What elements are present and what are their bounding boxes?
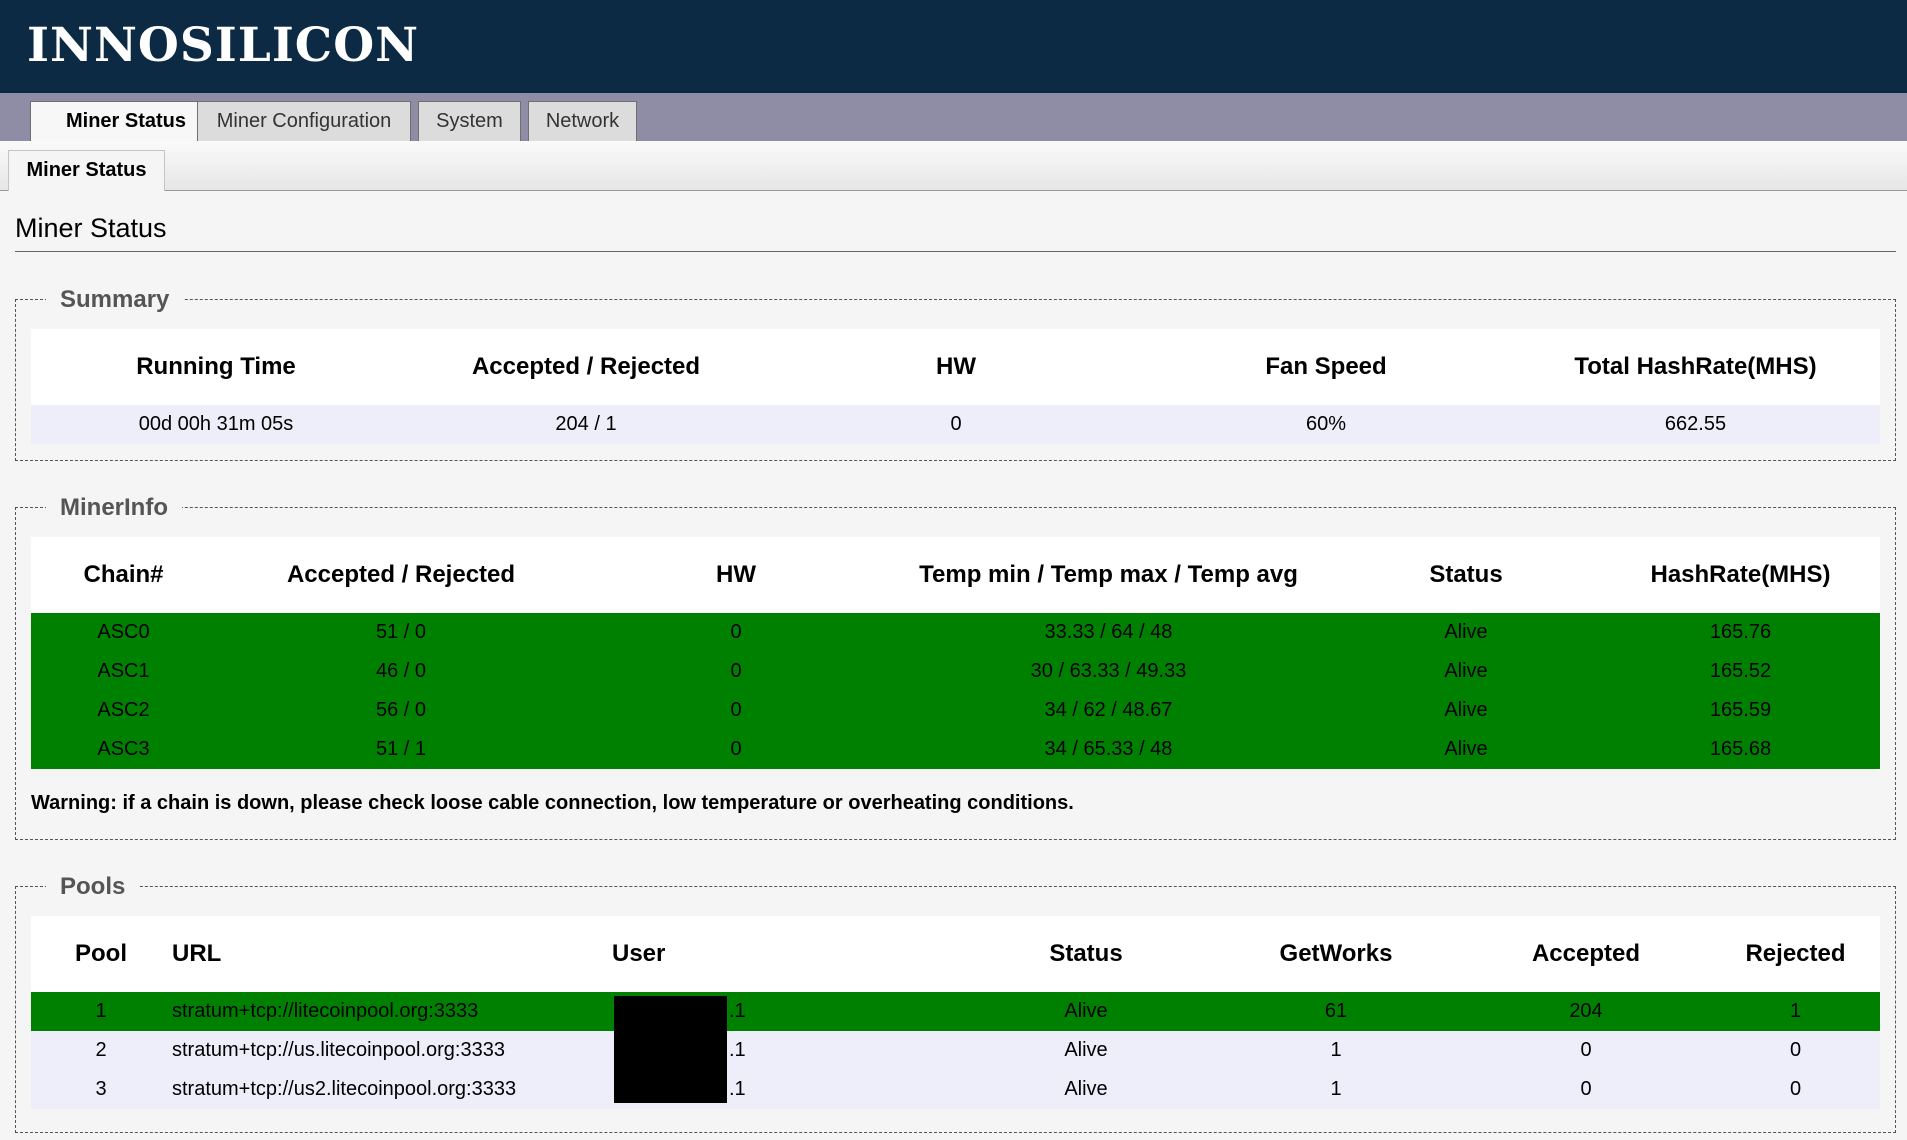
page-title: Miner Status bbox=[15, 213, 167, 243]
chain-status: Alive bbox=[1331, 652, 1601, 691]
chain-id: ASC0 bbox=[31, 613, 216, 652]
tab-system[interactable]: System bbox=[418, 101, 521, 141]
chain-hw: 0 bbox=[586, 613, 886, 652]
chain-row: ASC3 51 / 1 0 34 / 65.33 / 48 Alive 165.… bbox=[31, 730, 1880, 769]
tab-network[interactable]: Network bbox=[528, 101, 637, 141]
pool-getworks: 1 bbox=[1211, 1070, 1461, 1109]
pool-accepted: 0 bbox=[1461, 1031, 1711, 1070]
chain-hashrate: 165.59 bbox=[1601, 691, 1880, 730]
innosilicon-logo: INNOSILICON bbox=[27, 18, 420, 73]
col-total-hashrate: Total HashRate(MHS) bbox=[1574, 353, 1817, 380]
main-tab-bar: Miner Status Miner Configuration System … bbox=[0, 93, 1907, 141]
total-hashrate-value: 662.55 bbox=[1511, 405, 1880, 444]
pool-url: stratum+tcp://us.litecoinpool.org:3333 bbox=[171, 1031, 611, 1070]
col-hw: HW bbox=[716, 561, 756, 588]
pool-accepted: 204 bbox=[1461, 992, 1711, 1031]
col-temps: Temp min / Temp max / Temp avg bbox=[919, 561, 1298, 588]
chain-hw: 0 bbox=[586, 652, 886, 691]
summary-header-row: Running Time Accepted / Rejected HW Fan … bbox=[31, 329, 1880, 405]
chain-accepted-rejected: 46 / 0 bbox=[216, 652, 586, 691]
pools-table: Pool URL User Status GetWorks Accepted R… bbox=[31, 916, 1880, 1109]
col-user: User bbox=[612, 940, 666, 967]
minerinfo-legend: MinerInfo bbox=[46, 489, 182, 527]
chain-id: ASC2 bbox=[31, 691, 216, 730]
pool-number: 1 bbox=[31, 992, 171, 1031]
chain-row: ASC2 56 / 0 0 34 / 62 / 48.67 Alive 165.… bbox=[31, 691, 1880, 730]
chain-status: Alive bbox=[1331, 730, 1601, 769]
chain-row: ASC0 51 / 0 0 33.33 / 64 / 48 Alive 165.… bbox=[31, 613, 1880, 652]
tab-miner-configuration[interactable]: Miner Configuration bbox=[197, 101, 411, 141]
col-hashrate: HashRate(MHS) bbox=[1650, 561, 1831, 588]
chain-warning: Warning: if a chain is down, please chec… bbox=[31, 792, 1074, 814]
pool-row: 2 stratum+tcp://us.litecoinpool.org:3333… bbox=[31, 1031, 1880, 1070]
pools-header-row: Pool URL User Status GetWorks Accepted R… bbox=[31, 916, 1880, 992]
pool-getworks: 61 bbox=[1211, 992, 1461, 1031]
subtab-miner-status[interactable]: Miner Status bbox=[8, 150, 165, 191]
summary-section: Summary Running Time Accepted / Rejected… bbox=[15, 281, 1896, 461]
chain-accepted-rejected: 56 / 0 bbox=[216, 691, 586, 730]
fan-speed-value: 60% bbox=[1141, 405, 1511, 444]
col-accepted-rejected: Accepted / Rejected bbox=[286, 561, 516, 588]
tab-miner-status[interactable]: Miner Status bbox=[30, 101, 222, 141]
col-getworks: GetWorks bbox=[1279, 940, 1393, 967]
col-running-time: Running Time bbox=[136, 353, 296, 380]
pools-legend: Pools bbox=[46, 868, 140, 906]
pool-number: 2 bbox=[31, 1031, 171, 1070]
pool-url: stratum+tcp://litecoinpool.org:3333 bbox=[171, 992, 611, 1031]
chain-id: ASC3 bbox=[31, 730, 216, 769]
col-accepted: Accepted bbox=[1531, 940, 1641, 967]
chain-hw: 0 bbox=[586, 691, 886, 730]
chain-row: ASC1 46 / 0 0 30 / 63.33 / 49.33 Alive 1… bbox=[31, 652, 1880, 691]
sub-tab-bar: Miner Status bbox=[0, 141, 1907, 191]
minerinfo-section: MinerInfo Chain# Accepted / Rejected HW … bbox=[15, 489, 1896, 840]
pool-accepted: 0 bbox=[1461, 1070, 1711, 1109]
chain-accepted-rejected: 51 / 1 bbox=[216, 730, 586, 769]
redaction-box bbox=[614, 996, 727, 1103]
summary-row: 00d 00h 31m 05s 204 / 1 0 60% 662.55 bbox=[31, 405, 1880, 444]
summary-legend: Summary bbox=[46, 281, 184, 319]
pool-row: 3 stratum+tcp://us2.litecoinpool.org:333… bbox=[31, 1070, 1880, 1109]
minerinfo-header-row: Chain# Accepted / Rejected HW Temp min /… bbox=[31, 537, 1880, 613]
pool-getworks: 1 bbox=[1211, 1031, 1461, 1070]
pool-rejected: 0 bbox=[1711, 1070, 1880, 1109]
hw-value: 0 bbox=[771, 405, 1141, 444]
col-rejected: Rejected bbox=[1745, 940, 1846, 967]
chain-temps: 34 / 65.33 / 48 bbox=[886, 730, 1331, 769]
chain-temps: 33.33 / 64 / 48 bbox=[886, 613, 1331, 652]
chain-status: Alive bbox=[1331, 613, 1601, 652]
pool-url: stratum+tcp://us2.litecoinpool.org:3333 bbox=[171, 1070, 611, 1109]
summary-table: Running Time Accepted / Rejected HW Fan … bbox=[31, 329, 1880, 444]
col-accepted-rejected: Accepted / Rejected bbox=[471, 353, 701, 380]
chain-hashrate: 165.68 bbox=[1601, 730, 1880, 769]
col-url: URL bbox=[172, 940, 222, 967]
accepted-rejected-value: 204 / 1 bbox=[401, 405, 771, 444]
pool-rejected: 1 bbox=[1711, 992, 1880, 1031]
col-status: Status bbox=[1049, 940, 1123, 967]
chain-temps: 30 / 63.33 / 49.33 bbox=[886, 652, 1331, 691]
chain-accepted-rejected: 51 / 0 bbox=[216, 613, 586, 652]
pool-status: Alive bbox=[961, 1070, 1211, 1109]
pool-status: Alive bbox=[961, 992, 1211, 1031]
col-hw: HW bbox=[936, 353, 976, 380]
chain-temps: 34 / 62 / 48.67 bbox=[886, 691, 1331, 730]
col-fan-speed: Fan Speed bbox=[1265, 353, 1387, 380]
minerinfo-table: Chain# Accepted / Rejected HW Temp min /… bbox=[31, 537, 1880, 769]
app-header: INNOSILICON bbox=[0, 0, 1907, 93]
chain-hashrate: 165.76 bbox=[1601, 613, 1880, 652]
col-status: Status bbox=[1429, 561, 1503, 588]
title-divider bbox=[15, 251, 1896, 252]
pools-section: Pools Pool URL User Status GetWorks Acce… bbox=[15, 868, 1896, 1133]
chain-hw: 0 bbox=[586, 730, 886, 769]
pool-number: 3 bbox=[31, 1070, 171, 1109]
col-pool: Pool bbox=[75, 940, 127, 967]
pool-rejected: 0 bbox=[1711, 1031, 1880, 1070]
col-chain: Chain# bbox=[83, 561, 164, 588]
pool-status: Alive bbox=[961, 1031, 1211, 1070]
running-time-value: 00d 00h 31m 05s bbox=[31, 405, 401, 444]
chain-status: Alive bbox=[1331, 691, 1601, 730]
chain-id: ASC1 bbox=[31, 652, 216, 691]
chain-hashrate: 165.52 bbox=[1601, 652, 1880, 691]
pool-row: 1 stratum+tcp://litecoinpool.org:3333 .1… bbox=[31, 992, 1880, 1031]
